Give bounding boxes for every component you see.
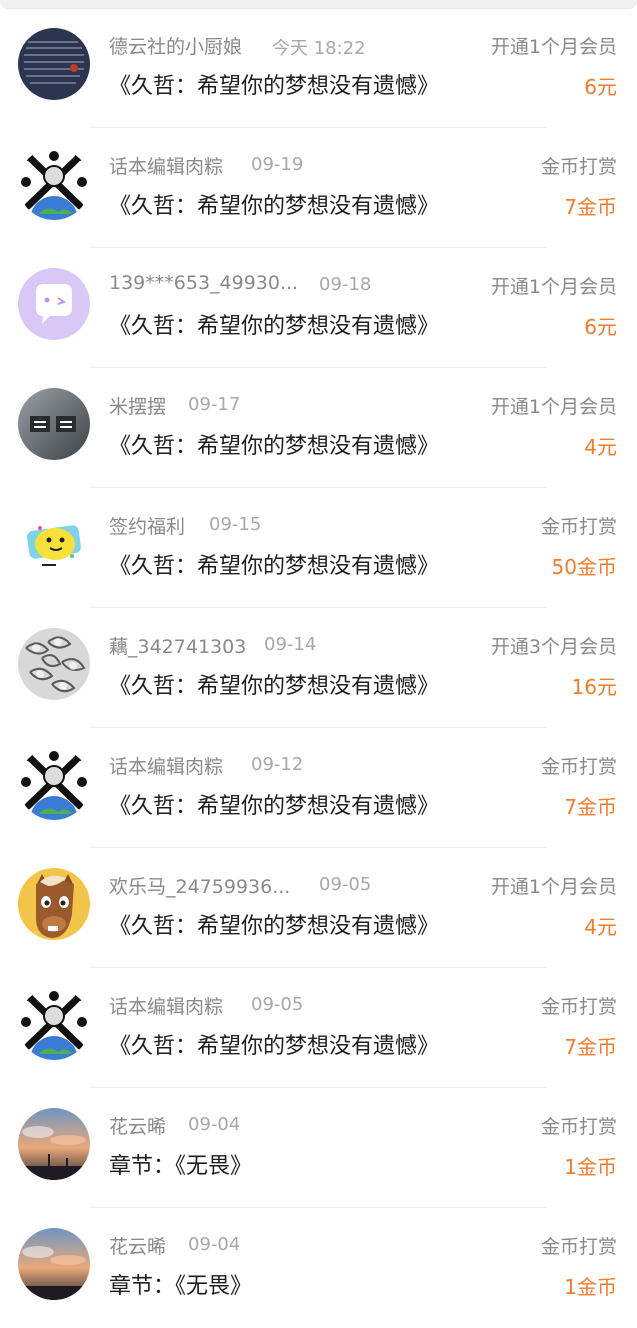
user-name[interactable]: 欢乐马_24759936... bbox=[109, 872, 290, 899]
record-type: 金币打赏 bbox=[540, 996, 617, 1018]
gray-text-avatar[interactable] bbox=[18, 388, 90, 460]
sunset-sky-avatar[interactable] bbox=[18, 1228, 90, 1300]
record-time: 今天 18:22 bbox=[272, 38, 366, 59]
record-time: 09-19 bbox=[251, 154, 304, 175]
record-row[interactable]: 话本编辑肉粽 09-12 《久哲：希望你的梦想没有遗憾》 金币打赏 7金币 bbox=[0, 728, 637, 848]
record-amount: 6元 bbox=[584, 75, 617, 99]
globe-crossbones-avatar[interactable] bbox=[18, 148, 90, 220]
cartoon-horse-avatar[interactable] bbox=[18, 868, 90, 940]
record-amount: 50金币 bbox=[551, 555, 617, 579]
record-row[interactable]: 签约福利 09-15 《久哲：希望你的梦想没有遗憾》 金币打赏 50金币 bbox=[0, 488, 637, 608]
record-type: 开通1个月会员 bbox=[490, 876, 617, 898]
work-title[interactable]: 《久哲：希望你的梦想没有遗憾》 bbox=[109, 428, 439, 460]
record-type: 开通1个月会员 bbox=[490, 396, 617, 418]
record-row[interactable]: 米摆摆 09-17 《久哲：希望你的梦想没有遗憾》 开通1个月会员 4元 bbox=[0, 368, 637, 488]
record-type: 开通1个月会员 bbox=[490, 36, 617, 58]
record-amount: 4元 bbox=[584, 915, 617, 939]
user-name[interactable]: 德云社的小厨娘 bbox=[109, 32, 242, 59]
record-time: 09-18 bbox=[319, 274, 372, 295]
record-amount: 7金币 bbox=[564, 195, 617, 219]
income-record-list: 德云社的小厨娘 今天 18:22 《久哲：希望你的梦想没有遗憾》 开通1个月会员… bbox=[0, 8, 637, 1328]
record-type: 开通3个月会员 bbox=[490, 636, 617, 658]
work-title[interactable]: 《久哲：希望你的梦想没有遗憾》 bbox=[109, 188, 439, 220]
work-title[interactable]: 《久哲：希望你的梦想没有遗憾》 bbox=[109, 668, 439, 700]
user-name[interactable]: 藕_342741303 bbox=[109, 632, 246, 659]
record-time: 09-05 bbox=[251, 994, 304, 1015]
record-amount: 7金币 bbox=[564, 1035, 617, 1059]
record-type: 金币打赏 bbox=[540, 156, 617, 178]
record-row[interactable]: 欢乐马_24759936... 09-05 《久哲：希望你的梦想没有遗憾》 开通… bbox=[0, 848, 637, 968]
record-row[interactable]: 话本编辑肉粽 09-05 《久哲：希望你的梦想没有遗憾》 金币打赏 7金币 bbox=[0, 968, 637, 1088]
record-time: 09-15 bbox=[209, 514, 262, 535]
record-time: 09-05 bbox=[319, 874, 372, 895]
purple-chat-avatar[interactable] bbox=[18, 268, 90, 340]
record-row[interactable]: 花云晞 09-04 章节：《无畏》 金币打赏 1金币 bbox=[0, 1208, 637, 1328]
record-time: 09-04 bbox=[188, 1234, 241, 1255]
record-type: 金币打赏 bbox=[540, 516, 617, 538]
work-title[interactable]: 《久哲：希望你的梦想没有遗憾》 bbox=[109, 548, 439, 580]
work-title[interactable]: 《久哲：希望你的梦想没有遗憾》 bbox=[109, 788, 439, 820]
work-title[interactable]: 《久哲：希望你的梦想没有遗憾》 bbox=[109, 908, 439, 940]
record-amount: 1金币 bbox=[564, 1155, 617, 1179]
record-amount: 7金币 bbox=[564, 795, 617, 819]
record-time: 09-14 bbox=[264, 634, 317, 655]
record-time: 09-12 bbox=[251, 754, 304, 775]
user-name[interactable]: 米摆摆 bbox=[109, 392, 166, 419]
record-time: 09-17 bbox=[188, 394, 241, 415]
user-name[interactable]: 话本编辑肉粽 bbox=[109, 152, 223, 179]
calligraphy-avatar[interactable] bbox=[18, 28, 90, 100]
user-name[interactable]: 花云晞 bbox=[109, 1232, 166, 1259]
user-name[interactable]: 话本编辑肉粽 bbox=[109, 992, 223, 1019]
yellow-smiley-avatar[interactable] bbox=[18, 508, 90, 580]
user-name[interactable]: 139***653_49930... bbox=[109, 272, 298, 294]
record-type: 开通1个月会员 bbox=[490, 276, 617, 298]
sunset-sky-avatar[interactable] bbox=[18, 1108, 90, 1180]
record-type: 金币打赏 bbox=[540, 756, 617, 778]
work-title[interactable]: 《久哲：希望你的梦想没有遗憾》 bbox=[109, 308, 439, 340]
record-row[interactable]: 藕_342741303 09-14 《久哲：希望你的梦想没有遗憾》 开通3个月会… bbox=[0, 608, 637, 728]
monochrome-flower-avatar[interactable] bbox=[18, 628, 90, 700]
record-row[interactable]: 德云社的小厨娘 今天 18:22 《久哲：希望你的梦想没有遗憾》 开通1个月会员… bbox=[0, 8, 637, 128]
work-title[interactable]: 《久哲：希望你的梦想没有遗憾》 bbox=[109, 68, 439, 100]
record-time: 09-04 bbox=[188, 1114, 241, 1135]
record-row[interactable]: 花云晞 09-04 章节：《无畏》 金币打赏 1金币 bbox=[0, 1088, 637, 1208]
user-name[interactable]: 花云晞 bbox=[109, 1112, 166, 1139]
record-type: 金币打赏 bbox=[540, 1236, 617, 1258]
user-name[interactable]: 话本编辑肉粽 bbox=[109, 752, 223, 779]
record-row[interactable]: 139***653_49930... 09-18 《久哲：希望你的梦想没有遗憾》… bbox=[0, 248, 637, 368]
record-amount: 1金币 bbox=[564, 1275, 617, 1299]
work-title[interactable]: 章节：《无畏》 bbox=[109, 1148, 252, 1180]
user-name[interactable]: 签约福利 bbox=[109, 512, 185, 539]
globe-crossbones-avatar[interactable] bbox=[18, 748, 90, 820]
globe-crossbones-avatar[interactable] bbox=[18, 988, 90, 1060]
record-amount: 4元 bbox=[584, 435, 617, 459]
record-type: 金币打赏 bbox=[540, 1116, 617, 1138]
record-amount: 16元 bbox=[571, 675, 617, 699]
record-amount: 6元 bbox=[584, 315, 617, 339]
work-title[interactable]: 《久哲：希望你的梦想没有遗憾》 bbox=[109, 1028, 439, 1060]
record-row[interactable]: 话本编辑肉粽 09-19 《久哲：希望你的梦想没有遗憾》 金币打赏 7金币 bbox=[0, 128, 637, 248]
work-title[interactable]: 章节：《无畏》 bbox=[109, 1268, 252, 1300]
